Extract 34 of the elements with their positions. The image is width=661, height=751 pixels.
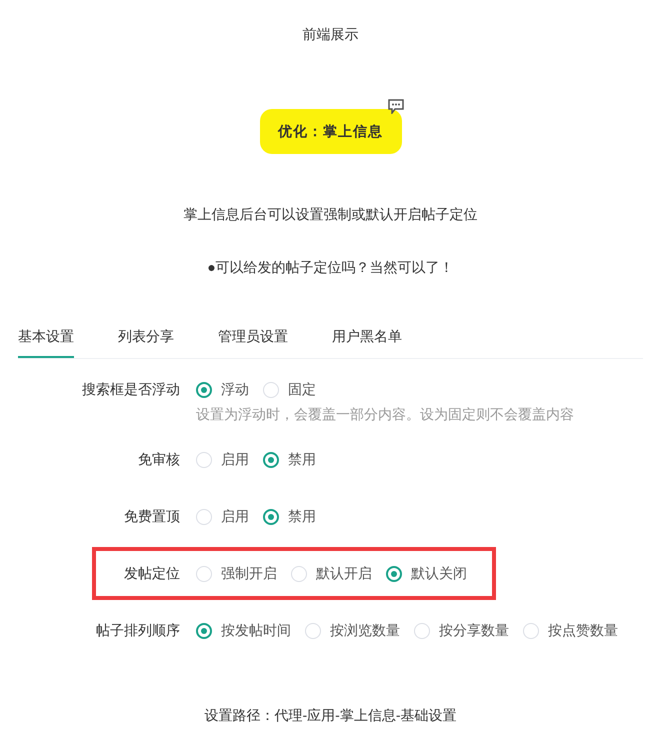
radio-button[interactable] xyxy=(386,566,402,582)
setting-label: 免审核 xyxy=(138,450,180,469)
option-label[interactable]: 默认开启 xyxy=(316,563,372,584)
option-label[interactable]: 默认关闭 xyxy=(411,563,467,584)
tab[interactable]: 用户黑名单 xyxy=(332,316,402,358)
question-text: ●可以给发的帖子定位吗？当然可以了！ xyxy=(207,258,454,276)
option-label[interactable]: 禁用 xyxy=(288,449,316,470)
radio-button[interactable] xyxy=(196,382,212,398)
option-label[interactable]: 固定 xyxy=(288,379,316,400)
option-label[interactable]: 启用 xyxy=(221,506,249,527)
radio-button[interactable] xyxy=(263,452,279,468)
tab[interactable]: 管理员设置 xyxy=(218,316,288,358)
radio-button[interactable] xyxy=(196,622,212,638)
settings-path: 设置路径：代理-应用-掌上信息-基础设置 xyxy=(204,706,456,725)
setting-label: 免费置顶 xyxy=(124,507,180,526)
option-label[interactable]: 按分享数量 xyxy=(439,620,509,641)
page-title: 前端展示 xyxy=(302,25,358,43)
option-label[interactable]: 浮动 xyxy=(221,379,249,400)
option-label[interactable]: 按发帖时间 xyxy=(221,620,291,641)
hint-text: 设置为浮动时，会覆盖一部分内容。设为固定则不会覆盖内容 xyxy=(196,406,574,422)
option-label[interactable]: 禁用 xyxy=(288,506,316,527)
intro-text: 掌上信息后台可以设置强制或默认开启帖子定位 xyxy=(184,205,478,223)
setting-label: 帖子排列顺序 xyxy=(96,621,180,640)
setting-label: 搜索框是否浮动 xyxy=(82,380,180,399)
tab[interactable]: 列表分享 xyxy=(118,316,174,358)
option-label[interactable]: 强制开启 xyxy=(221,563,277,584)
highlight-badge: 优化：掌上信息 xyxy=(260,109,402,154)
radio-button[interactable] xyxy=(263,508,279,524)
comment-icon xyxy=(388,99,404,114)
option-label[interactable]: 按浏览数量 xyxy=(330,620,400,641)
option-label[interactable]: 启用 xyxy=(221,449,249,470)
option-label[interactable]: 按点赞数量 xyxy=(548,620,618,641)
setting-label: 发帖定位 xyxy=(124,564,180,583)
tab[interactable]: 基本设置 xyxy=(18,316,74,358)
